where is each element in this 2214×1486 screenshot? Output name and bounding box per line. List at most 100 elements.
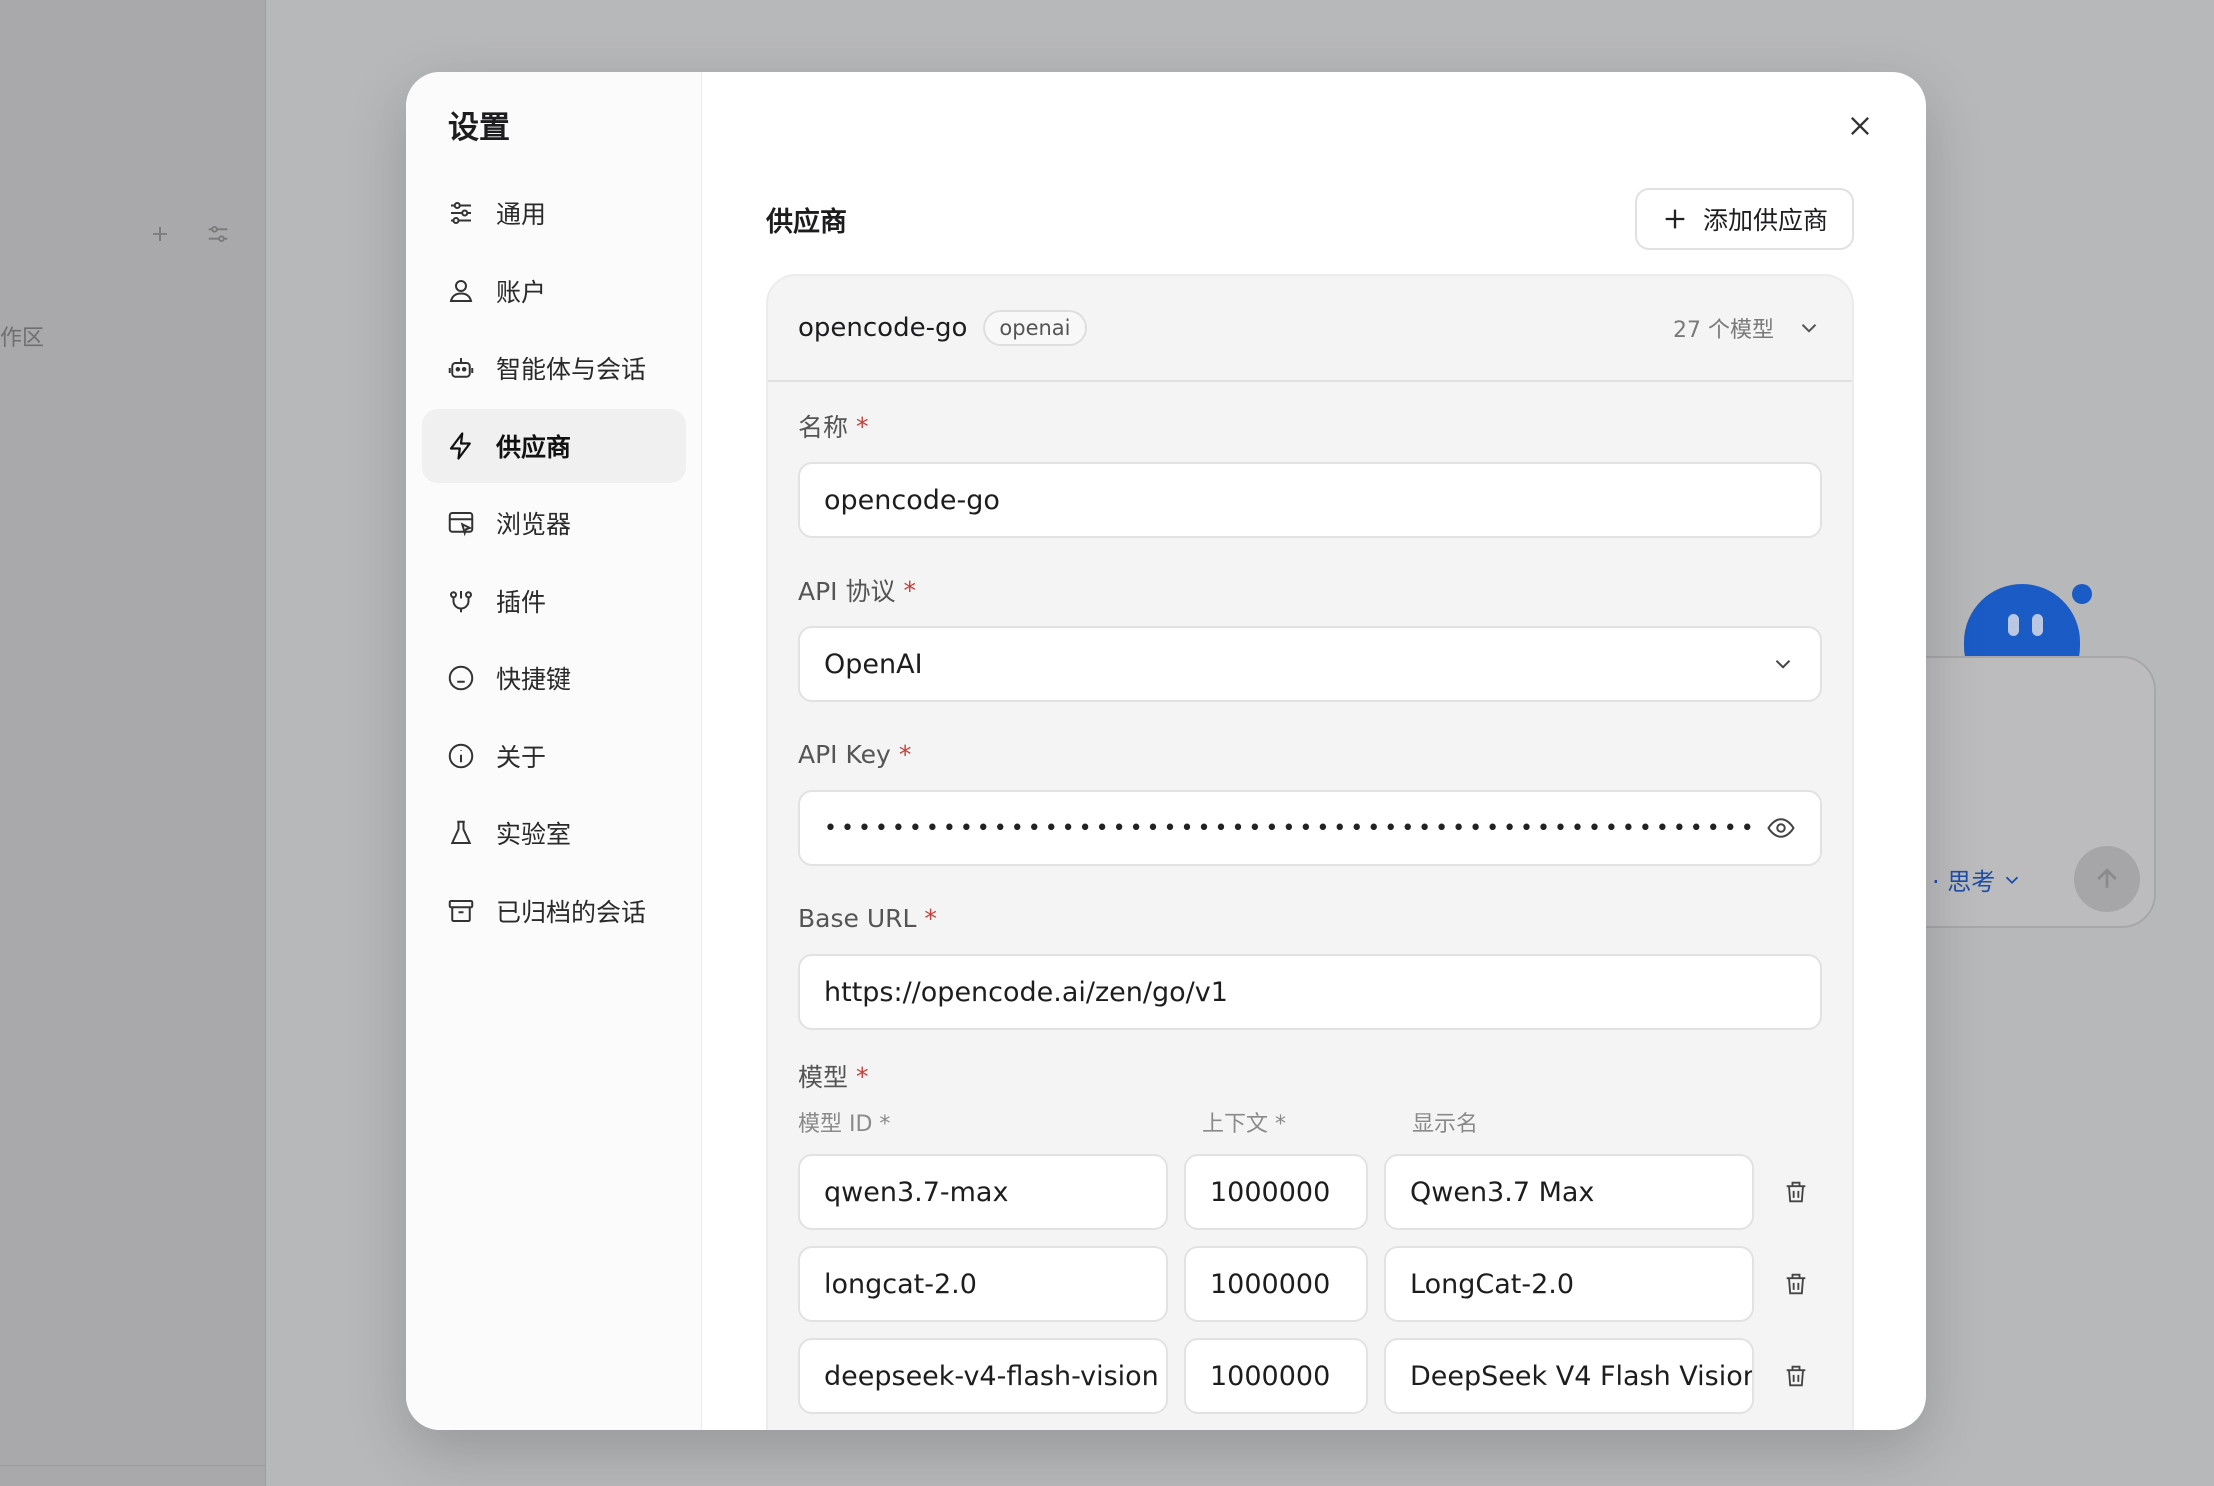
add-provider-button[interactable]: 添加供应商 bbox=[1634, 188, 1854, 250]
keyboard-icon bbox=[448, 665, 474, 691]
required-mark: * bbox=[924, 903, 937, 933]
background-send-button bbox=[2074, 846, 2140, 912]
settings-nav: 通用 账户 智能体与会话 供应商 浏览器 插件 快捷键 关于 实验室 已归档的会… bbox=[422, 176, 686, 951]
nav-item-label: 快捷键 bbox=[496, 665, 572, 694]
browser-icon bbox=[448, 512, 474, 537]
trash-icon bbox=[1786, 1181, 1806, 1203]
background-divider bbox=[0, 1465, 266, 1466]
settings-sidebar: 设置 通用 账户 智能体与会话 供应商 浏览器 插件 快捷键 关于 实验室 已归… bbox=[406, 72, 702, 1430]
name-label: 名称 * bbox=[798, 411, 1822, 443]
nav-item-shortcuts[interactable]: 快捷键 bbox=[422, 641, 686, 715]
section-title: 供应商 bbox=[766, 206, 847, 238]
model-id-input[interactable]: longcat-2.0 bbox=[798, 1246, 1168, 1322]
lightning-icon bbox=[449, 431, 471, 460]
trash-icon bbox=[1786, 1365, 1806, 1387]
nav-item-label: 智能体与会话 bbox=[496, 355, 647, 384]
models-label: 模型 * bbox=[798, 1061, 1822, 1093]
model-display-input[interactable]: Qwen3.7 Max bbox=[1384, 1154, 1754, 1230]
settings-content: 供应商 添加供应商 opencode-go openai 27 个模型 名称 * … bbox=[702, 72, 1926, 1430]
plus-icon bbox=[1665, 209, 1685, 229]
background-workspace-label: 工作区 bbox=[0, 326, 45, 351]
provider-type-badge: openai bbox=[983, 310, 1087, 346]
model-context-input[interactable]: 1000000 bbox=[1184, 1246, 1368, 1322]
chevron-down-icon[interactable] bbox=[1796, 315, 1822, 341]
required-mark: * bbox=[903, 575, 917, 605]
model-context-input[interactable]: 1000000 bbox=[1184, 1338, 1368, 1414]
required-mark: * bbox=[898, 739, 912, 769]
nav-item-about[interactable]: 关于 bbox=[422, 719, 686, 793]
nav-item-label: 关于 bbox=[496, 742, 547, 772]
apikey-input[interactable]: ••••••••••••••••••••••••••••••••••••••••… bbox=[798, 790, 1822, 866]
close-button[interactable] bbox=[1840, 106, 1880, 146]
provider-card-header[interactable]: opencode-go openai 27 个模型 bbox=[768, 276, 1852, 382]
delete-model-button[interactable] bbox=[1774, 1354, 1818, 1398]
baseurl-label: Base URL * bbox=[798, 903, 1822, 933]
model-display-input[interactable]: LongCat-2.0 bbox=[1384, 1246, 1754, 1322]
required-mark: * bbox=[856, 411, 869, 441]
required-mark: * bbox=[856, 1061, 869, 1091]
trash-icon bbox=[1786, 1273, 1806, 1295]
providers-header: 供应商 添加供应商 bbox=[766, 188, 1854, 250]
nav-item-label: 浏览器 bbox=[496, 510, 572, 539]
mascot-dot bbox=[2072, 584, 2092, 604]
model-display-input[interactable]: DeepSeek V4 Flash Vision bbox=[1384, 1338, 1754, 1414]
robot-icon bbox=[448, 358, 474, 378]
nav-item-plugins[interactable]: 插件 bbox=[422, 564, 686, 638]
name-input[interactable]: opencode-go bbox=[798, 462, 1822, 538]
model-id-input[interactable]: deepseek-v4-flash-vision bbox=[798, 1338, 1168, 1414]
baseurl-label-text: Base URL bbox=[798, 903, 917, 933]
nav-item-archived[interactable]: 已归档的会话 bbox=[422, 874, 686, 948]
nav-item-label: 通用 bbox=[496, 200, 547, 229]
model-row: deepseek-v4-flash-vision 1000000 DeepSee… bbox=[798, 1338, 1822, 1414]
nav-item-labs[interactable]: 实验室 bbox=[422, 796, 686, 870]
settings-modal: 设置 通用 账户 智能体与会话 供应商 浏览器 插件 快捷键 关于 实验室 已归… bbox=[406, 72, 1926, 1430]
delete-model-button[interactable] bbox=[1774, 1262, 1818, 1306]
chevron-down-icon bbox=[1775, 660, 1791, 669]
nav-item-agents[interactable]: 智能体与会话 bbox=[422, 331, 686, 405]
protocol-select-value: OpenAI bbox=[824, 648, 923, 680]
model-id-input[interactable]: qwen3.7-max bbox=[798, 1154, 1168, 1230]
protocol-label-text: API 协议 bbox=[798, 577, 896, 606]
mascot-icon bbox=[1960, 582, 2082, 656]
nav-item-label: 已归档的会话 bbox=[496, 897, 647, 927]
filter-icon bbox=[208, 226, 228, 242]
nav-item-label: 供应商 bbox=[496, 432, 572, 462]
column-header-display: 显示名 bbox=[1412, 1112, 1479, 1137]
models-column-headers: 模型 ID * 上下文 * 显示名 bbox=[798, 1104, 1822, 1140]
apikey-label: API Key * bbox=[798, 739, 1822, 769]
column-header-context: 上下文 * bbox=[1202, 1112, 1286, 1137]
baseurl-input[interactable]: https://opencode.ai/zen/go/v1 bbox=[798, 954, 1822, 1030]
provider-name: opencode-go bbox=[798, 313, 968, 343]
close-icon bbox=[1851, 117, 1869, 135]
nav-item-providers[interactable]: 供应商 bbox=[422, 408, 686, 483]
settings-title: 设置 bbox=[448, 110, 510, 146]
eye-icon[interactable] bbox=[1766, 813, 1796, 843]
provider-model-count: 27 个模型 bbox=[1673, 318, 1774, 343]
add-provider-label: 添加供应商 bbox=[1702, 206, 1828, 235]
protocol-label: API 协议 * bbox=[798, 575, 1822, 607]
protocol-select[interactable]: OpenAI bbox=[798, 626, 1822, 702]
provider-form: 名称 * opencode-go API 协议 * OpenAI API Key * … bbox=[768, 382, 1852, 1414]
name-label-text: 名称 bbox=[798, 413, 849, 442]
background-think-label: · 思考 bbox=[1932, 868, 1996, 896]
background-think-selector: · 思考 bbox=[1932, 862, 2023, 897]
delete-model-button[interactable] bbox=[1774, 1170, 1818, 1214]
nav-item-browser[interactable]: 浏览器 bbox=[422, 486, 686, 560]
column-header-id: 模型 ID * bbox=[798, 1112, 891, 1137]
models-label-text: 模型 bbox=[798, 1063, 849, 1092]
nav-item-general[interactable]: 通用 bbox=[422, 176, 686, 250]
apikey-masked-value: ••••••••••••••••••••••••••••••••••••••••… bbox=[824, 815, 1754, 841]
user-icon bbox=[449, 279, 473, 302]
model-context-input[interactable]: 1000000 bbox=[1184, 1154, 1368, 1230]
arrow-up-icon bbox=[2097, 868, 2117, 888]
nav-item-account[interactable]: 账户 bbox=[422, 254, 686, 328]
model-row: longcat-2.0 1000000 LongCat-2.0 bbox=[798, 1246, 1822, 1322]
chevron-down-icon bbox=[2006, 876, 2019, 884]
nav-item-label: 插件 bbox=[496, 587, 547, 617]
apikey-label-text: API Key bbox=[798, 739, 891, 769]
nav-item-label: 实验室 bbox=[496, 820, 572, 849]
plug-icon bbox=[450, 590, 472, 612]
archive-icon bbox=[448, 899, 474, 922]
nav-item-label: 账户 bbox=[496, 277, 547, 307]
sliders-icon bbox=[451, 202, 471, 224]
